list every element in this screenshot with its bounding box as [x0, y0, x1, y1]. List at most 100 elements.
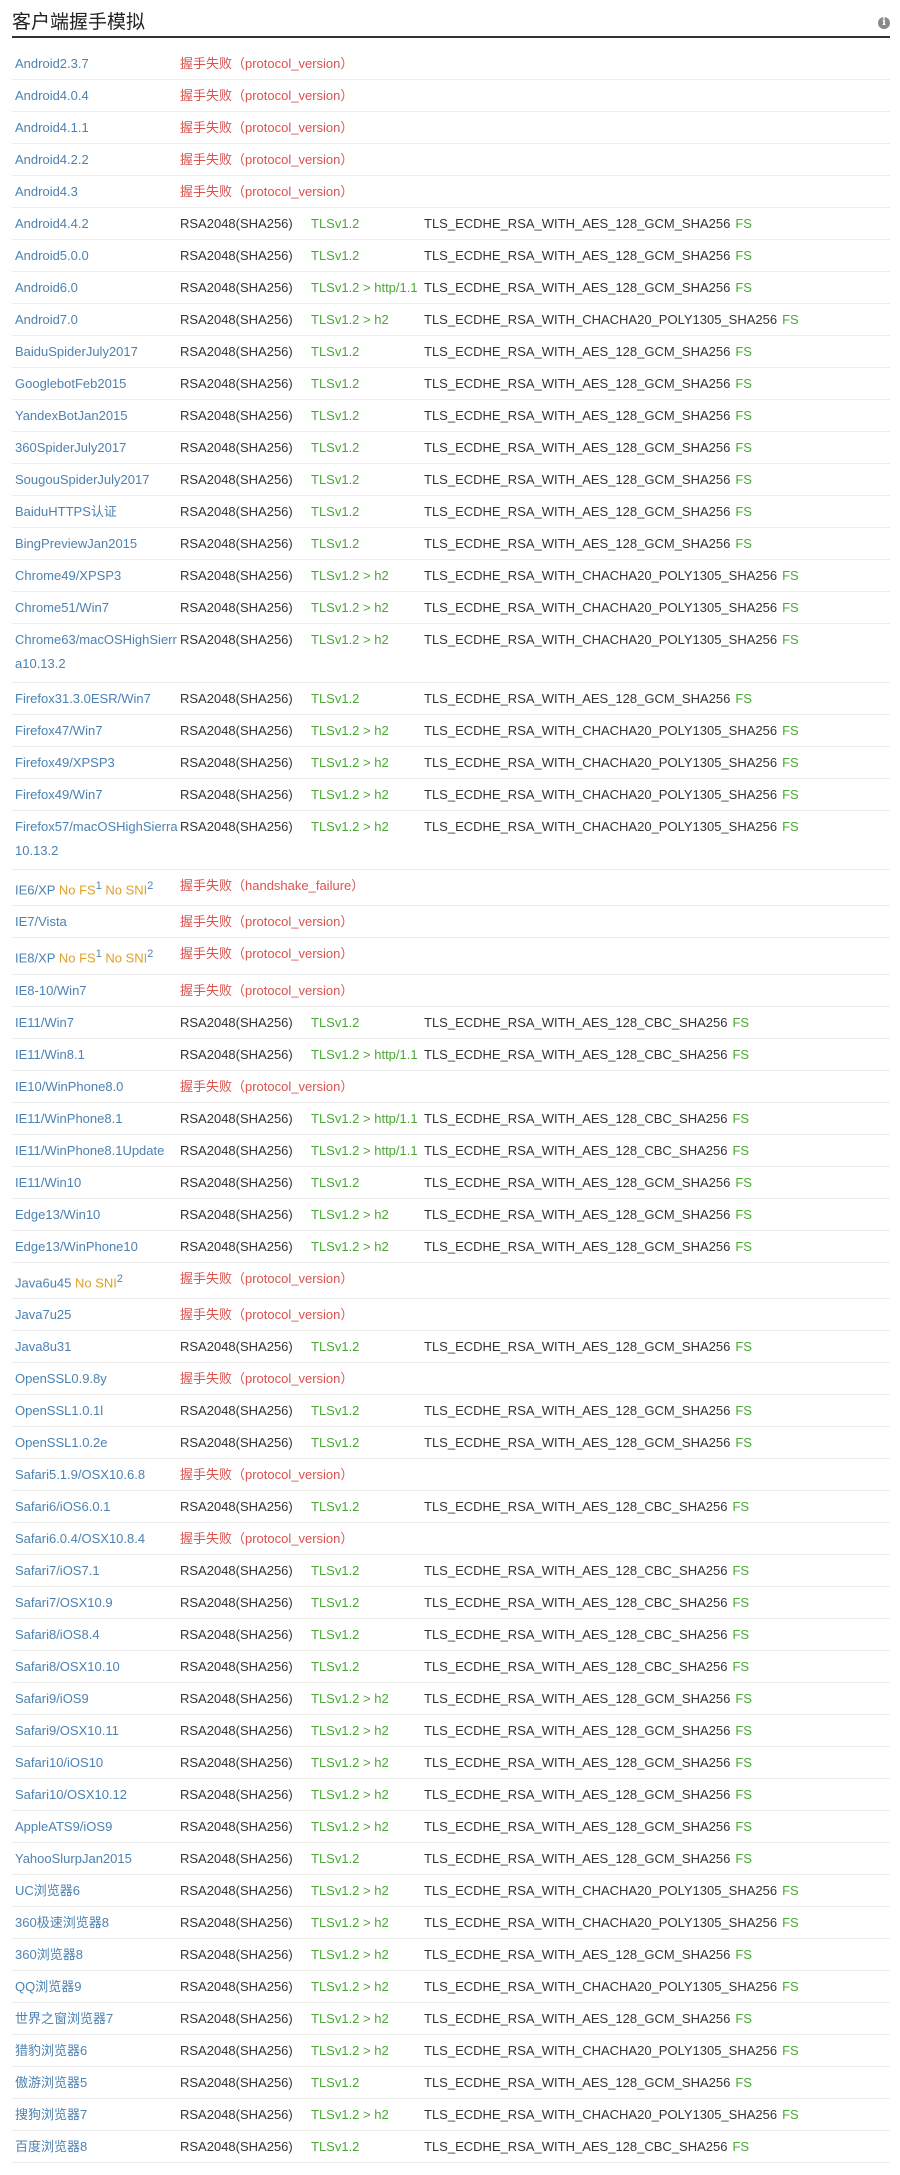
table-row: Chrome51/Win7 RSA2048(SHA256) TLSv1.2 > h2…: [12, 592, 890, 624]
cipher-cell: TLS_ECDHE_RSA_WITH_CHACHA20_POLY1305_SHA…: [424, 1978, 799, 1996]
cipher-cell: TLS_ECDHE_RSA_WITH_CHACHA20_POLY1305_SHA…: [424, 722, 799, 740]
client-link[interactable]: 世界之窗浏览器7: [15, 2011, 113, 2026]
client-link[interactable]: Java7u25: [15, 1307, 71, 1322]
cipher-suite: TLS_ECDHE_RSA_WITH_CHACHA20_POLY1305_SHA…: [424, 600, 778, 615]
client-link[interactable]: IE8/XP: [15, 951, 55, 966]
client-cell: Safari5.1.9/OSX10.6.8: [15, 1466, 180, 1484]
client-cell: IE11/Win10: [15, 1174, 180, 1192]
certificate-cell: RSA2048(SHA256): [180, 1882, 293, 1898]
table-row: Safari10/iOS10 RSA2048(SHA256) TLSv1.2 > h…: [12, 1747, 890, 1779]
client-link[interactable]: Safari10/OSX10.12: [15, 1787, 127, 1802]
certificate-cell: RSA2048(SHA256): [180, 1238, 293, 1254]
client-link[interactable]: Safari9/OSX10.11: [15, 1723, 119, 1738]
client-link[interactable]: IE6/XP: [15, 882, 55, 897]
client-link[interactable]: BingPreviewJan2015: [15, 536, 137, 551]
client-link[interactable]: Chrome63/macOSHighSierra10.13.2: [15, 632, 177, 671]
client-link[interactable]: Safari8/iOS8.4: [15, 1627, 100, 1642]
client-link[interactable]: OpenSSL1.0.1l: [15, 1403, 103, 1418]
client-link[interactable]: Android2.3.7: [15, 56, 89, 71]
client-link[interactable]: YandexBotJan2015: [15, 408, 128, 423]
client-cell: 傲游浏览器5: [15, 2074, 180, 2092]
cipher-cell: TLS_ECDHE_RSA_WITH_AES_128_GCM_SHA256 FS: [424, 2010, 752, 2028]
client-link[interactable]: 360极速浏览器8: [15, 1915, 109, 1930]
client-link[interactable]: Firefox49/Win7: [15, 787, 102, 802]
client-link[interactable]: Android5.0.0: [15, 248, 89, 263]
client-cell: Android6.0: [15, 279, 180, 297]
client-link[interactable]: IE11/Win7: [15, 1015, 74, 1030]
client-link[interactable]: Java8u31: [15, 1339, 71, 1354]
client-link[interactable]: IE11/WinPhone8.1: [15, 1111, 122, 1126]
client-link[interactable]: 搜狗浏览器7: [15, 2107, 87, 2122]
client-link[interactable]: BaiduSpiderJuly2017: [15, 344, 138, 359]
client-link[interactable]: BaiduHTTPS认证: [15, 504, 117, 519]
client-cell: Android5.0.0: [15, 247, 180, 265]
client-link[interactable]: Safari5.1.9/OSX10.6.8: [15, 1467, 145, 1482]
table-row: 百度浏览器8 RSA2048(SHA256) TLSv1.2 TLS_ECDHE_RS…: [12, 2131, 890, 2163]
client-link[interactable]: IE10/WinPhone8.0: [15, 1079, 123, 1094]
client-link[interactable]: OpenSSL1.0.2e: [15, 1435, 108, 1450]
cipher-suite: TLS_ECDHE_RSA_WITH_AES_128_CBC_SHA256: [424, 1658, 728, 1674]
client-link[interactable]: IE11/Win10: [15, 1175, 81, 1190]
table-row: YandexBotJan2015 RSA2048(SHA256) TLSv1.2 TL…: [12, 400, 890, 432]
client-link[interactable]: 百度浏览器8: [15, 2139, 87, 2154]
cipher-suite: TLS_ECDHE_RSA_WITH_AES_128_GCM_SHA256: [424, 248, 731, 263]
forward-secrecy-badge: FS: [735, 344, 752, 359]
client-link[interactable]: Edge13/Win10: [15, 1207, 100, 1222]
protocol-cell: TLSv1.2: [311, 344, 360, 359]
client-link[interactable]: Safari6.0.4/OSX10.8.4: [15, 1531, 145, 1546]
protocol-cell: TLSv1.2 > h2: [311, 1786, 389, 1802]
client-link[interactable]: Safari7/OSX10.9: [15, 1595, 113, 1610]
client-link[interactable]: IE11/WinPhone8.1Update: [15, 1143, 164, 1158]
protocol-cell: TLSv1.2 > h2: [311, 2042, 389, 2058]
client-link[interactable]: Android7.0: [15, 312, 78, 327]
client-link[interactable]: Edge13/WinPhone10: [15, 1239, 138, 1254]
client-link[interactable]: Firefox57/macOSHighSierra10.13.2: [15, 819, 178, 858]
client-link[interactable]: QQ浏览器9: [15, 1979, 81, 1994]
client-link[interactable]: SougouSpiderJuly2017: [15, 472, 149, 487]
client-link[interactable]: IE8-10/Win7: [15, 983, 87, 998]
client-link[interactable]: Safari7/iOS7.1: [15, 1563, 100, 1578]
forward-secrecy-badge: FS: [735, 1206, 752, 1222]
client-link[interactable]: 360浏览器8: [15, 1947, 83, 1962]
protocol-cell: TLSv1.2: [311, 440, 360, 455]
client-link[interactable]: Firefox47/Win7: [15, 723, 102, 738]
table-row: Android5.0.0 RSA2048(SHA256) TLSv1.2 TLS_EC…: [12, 240, 890, 272]
client-link[interactable]: 猎豹浏览器6: [15, 2043, 87, 2058]
client-link[interactable]: 360SpiderJuly2017: [15, 440, 126, 455]
protocol-cell: TLSv1.2: [311, 691, 360, 706]
client-link[interactable]: Safari8/OSX10.10: [15, 1659, 120, 1674]
table-row: GooglebotFeb2015 RSA2048(SHA256) TLSv1.2 TL…: [12, 368, 890, 400]
client-link[interactable]: IE7/Vista: [15, 914, 67, 929]
client-link[interactable]: Android4.4.2: [15, 216, 89, 231]
cipher-suite: TLS_ECDHE_RSA_WITH_AES_128_CBC_SHA256: [424, 1046, 728, 1062]
client-link[interactable]: 傲游浏览器5: [15, 2075, 87, 2090]
client-link[interactable]: Chrome49/XPSP3: [15, 568, 121, 583]
client-link[interactable]: Android4.2.2: [15, 152, 89, 167]
client-link[interactable]: AppleATS9/iOS9: [15, 1819, 112, 1834]
client-link[interactable]: IE11/Win8.1: [15, 1047, 85, 1062]
client-link[interactable]: YahooSlurpJan2015: [15, 1851, 132, 1866]
client-link[interactable]: Firefox49/XPSP3: [15, 755, 115, 770]
client-link[interactable]: Safari10/iOS10: [15, 1755, 103, 1770]
warning-badge: No SNI: [75, 1274, 117, 1290]
cipher-cell: TLS_ECDHE_RSA_WITH_AES_128_CBC_SHA256 FS: [424, 1594, 749, 1612]
client-link[interactable]: Android4.0.4: [15, 88, 89, 103]
certificate-cell: RSA2048(SHA256): [180, 440, 293, 455]
certificate-cell: RSA2048(SHA256): [180, 755, 293, 770]
client-link[interactable]: Java6u45: [15, 1275, 71, 1290]
client-link[interactable]: Chrome51/Win7: [15, 600, 109, 615]
table-row: UC浏览器6 RSA2048(SHA256) TLSv1.2 > h2 TLS_ECD…: [12, 1875, 890, 1907]
client-link[interactable]: Android6.0: [15, 280, 78, 295]
client-link[interactable]: GooglebotFeb2015: [15, 376, 126, 391]
client-cell: Safari6.0.4/OSX10.8.4: [15, 1530, 180, 1548]
client-link[interactable]: OpenSSL0.9.8y: [15, 1371, 107, 1386]
client-link[interactable]: Safari9/iOS9: [15, 1691, 89, 1706]
client-link[interactable]: Android4.3: [15, 184, 78, 199]
client-link[interactable]: Android4.1.1: [15, 120, 89, 135]
info-icon[interactable]: i: [878, 17, 890, 29]
client-cell: Chrome49/XPSP3: [15, 567, 180, 585]
client-link[interactable]: Firefox31.3.0ESR/Win7: [15, 691, 151, 706]
client-cell: Android4.3: [15, 183, 180, 201]
client-link[interactable]: UC浏览器6: [15, 1883, 80, 1898]
client-link[interactable]: Safari6/iOS6.0.1: [15, 1499, 110, 1514]
